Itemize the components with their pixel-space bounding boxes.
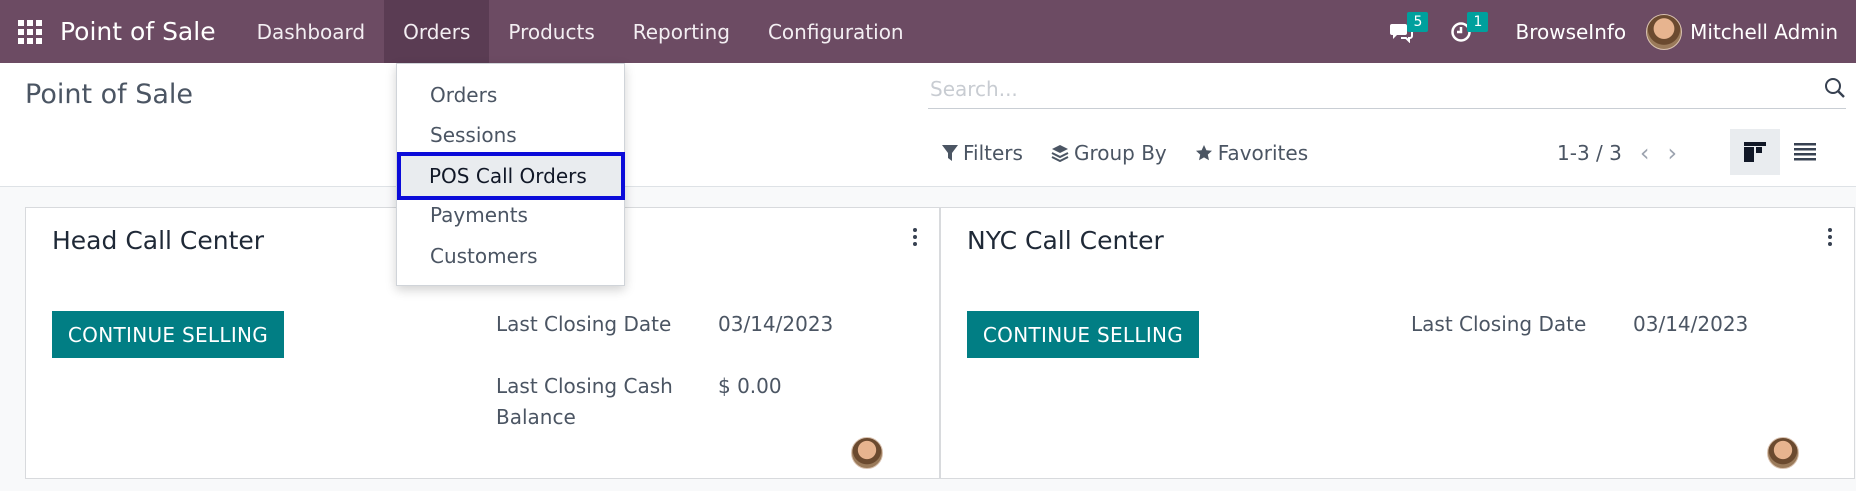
search-options: Filters Group By Favorites [942,141,1336,165]
last-closing-date-label: Last Closing Date [1411,312,1587,336]
activities-button[interactable]: 1 [1437,0,1489,63]
continue-selling-button[interactable]: CONTINUE SELLING [52,311,284,358]
card-menu-icon[interactable] [913,228,917,246]
group-by-button[interactable]: Group By [1051,141,1167,165]
last-closing-date-value: 03/14/2023 [1633,312,1749,336]
menu-dashboard[interactable]: Dashboard [238,0,385,63]
dropdown-item-pos-call-orders[interactable]: POS Call Orders [397,152,625,200]
filter-icon [942,145,958,161]
search-input[interactable] [930,77,1790,101]
view-switcher [1730,129,1830,175]
continue-selling-button[interactable]: CONTINUE SELLING [967,311,1199,358]
page-title: Point of Sale [25,79,194,110]
last-cash-balance-value: $ 0.00 [718,374,782,398]
top-navbar: Point of Sale Dashboard Orders Products … [0,0,1856,63]
dropdown-item-payments[interactable]: Payments [398,196,623,234]
pager: 1-3 / 3 ‹ › [1557,139,1677,167]
pager-next-icon[interactable]: › [1667,139,1677,167]
card-title: NYC Call Center [967,226,1164,255]
dropdown-item-customers[interactable]: Customers [398,237,623,275]
user-name: Mitchell Admin [1690,19,1838,44]
last-closing-date-value: 03/14/2023 [718,312,834,336]
star-icon [1195,145,1212,161]
card-title: Head Call Center [52,226,265,255]
user-menu[interactable]: Mitchell Admin [1646,13,1856,50]
favorites-label: Favorites [1217,141,1309,165]
pager-previous-icon[interactable]: ‹ [1640,139,1650,167]
apps-menu-button[interactable] [0,0,60,63]
user-avatar [1646,13,1683,50]
search-button[interactable] [1824,77,1846,103]
responsible-avatar [1767,437,1799,469]
menu-products[interactable]: Products [489,0,613,63]
dropdown-item-orders[interactable]: Orders [398,76,623,114]
kanban-view-button[interactable] [1730,129,1780,175]
apps-grid-icon [18,19,42,44]
layers-icon [1051,145,1069,162]
last-cash-balance-label: Last Closing Cash Balance [496,374,673,429]
company-switcher[interactable]: BrowseInfo [1485,20,1646,44]
dropdown-item-sessions[interactable]: Sessions [398,116,623,154]
favorites-button[interactable]: Favorites [1195,141,1308,165]
filters-button[interactable]: Filters [942,141,1023,165]
activities-badge: 1 [1467,12,1489,32]
pager-value[interactable]: 1-3 / 3 [1557,141,1622,165]
navbar-systray: 5 1 BrowseInfo Mitchell Admin [1377,0,1856,63]
search-icon [1825,78,1845,98]
list-view-button[interactable] [1780,129,1830,175]
messages-badge: 5 [1407,12,1429,32]
messages-button[interactable]: 5 [1377,0,1429,63]
menu-orders[interactable]: Orders [384,0,490,63]
last-closing-date-label: Last Closing Date [496,312,672,336]
kanban-icon [1744,142,1766,162]
pos-config-card: NYC Call Center CONTINUE SELLING Last Cl… [940,207,1855,479]
group-by-label: Group By [1073,141,1167,165]
menu-configuration[interactable]: Configuration [749,0,923,63]
app-brand[interactable]: Point of Sale [60,0,238,63]
orders-dropdown-menu: Orders Sessions POS Call Orders Payments… [396,63,625,286]
control-panel: Point of Sale Filters Group By [0,63,1856,187]
responsible-avatar [851,437,883,469]
search-bar [928,71,1846,109]
list-icon [1794,143,1816,161]
filters-label: Filters [963,141,1023,165]
menu-reporting[interactable]: Reporting [614,0,749,63]
card-menu-icon[interactable] [1828,228,1832,246]
